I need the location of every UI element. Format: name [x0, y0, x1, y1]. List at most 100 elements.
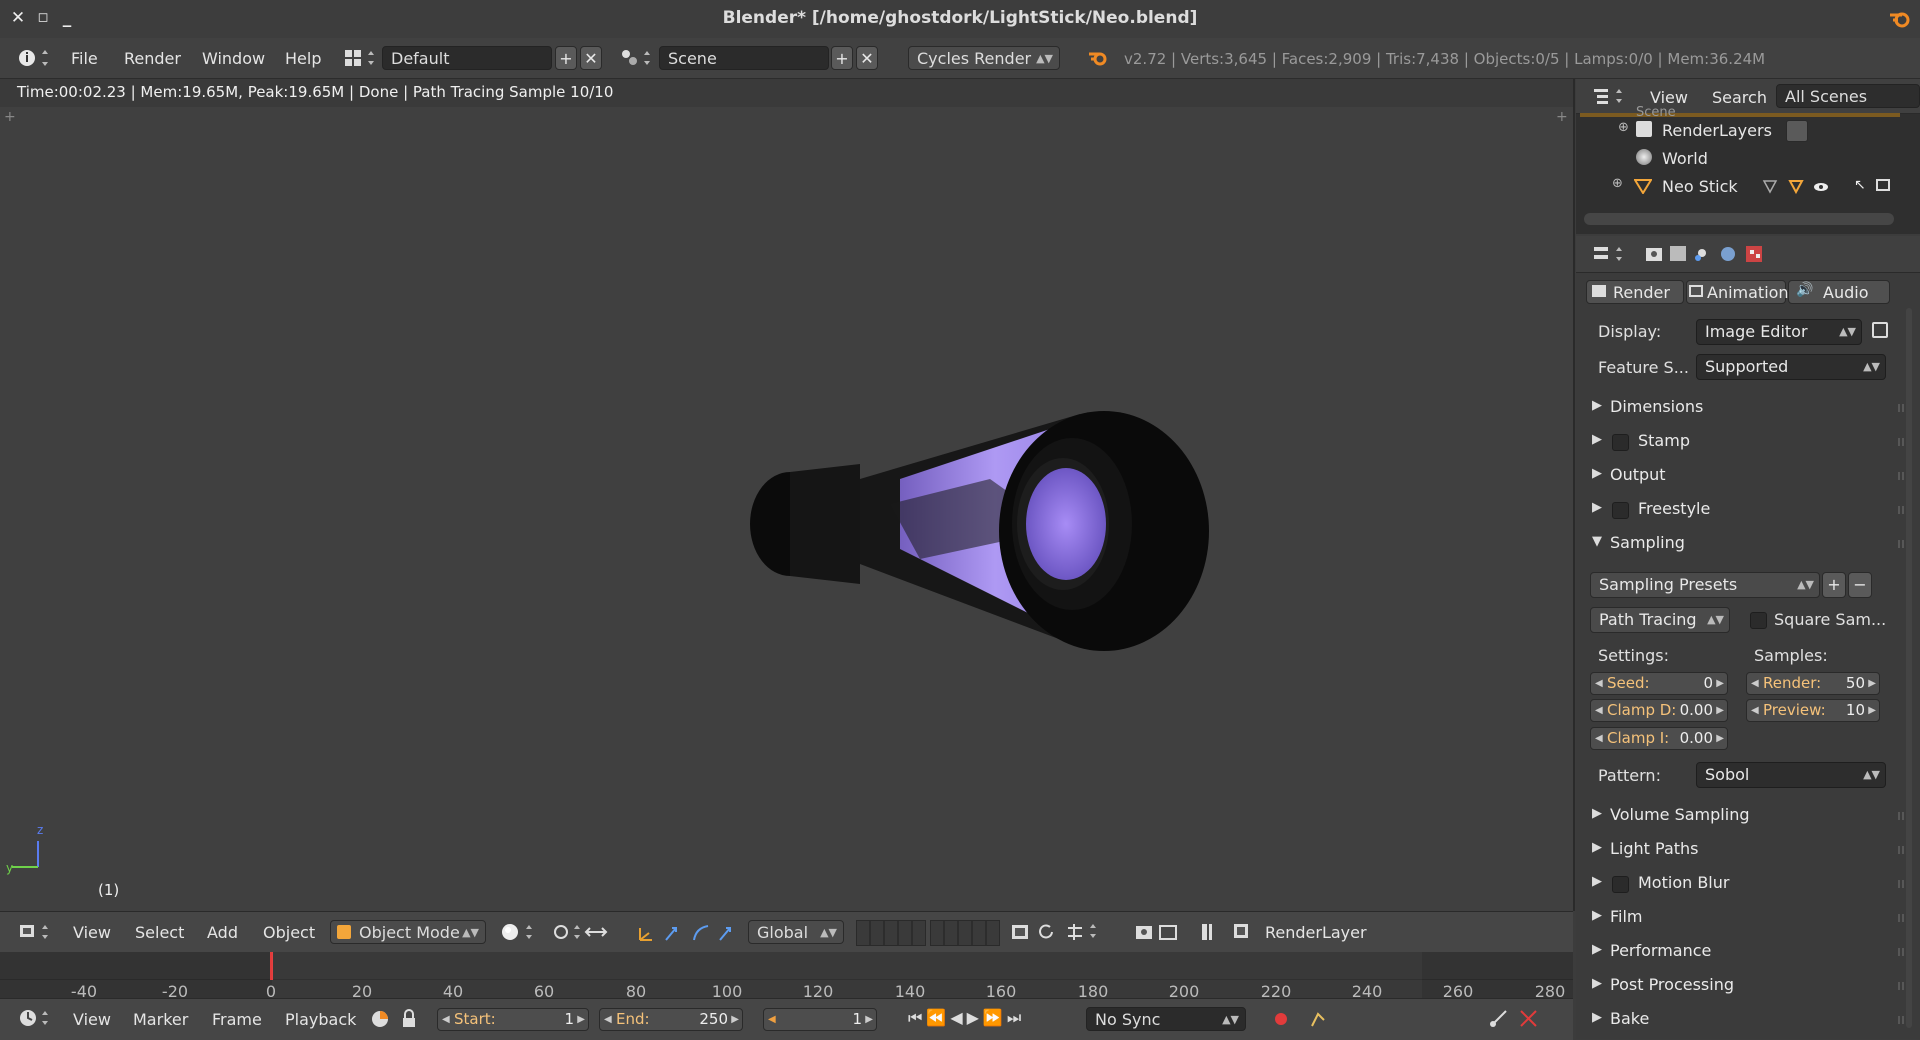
feature-set-dropdown[interactable]: Supported ▲▼	[1696, 354, 1886, 380]
outliner-item-world[interactable]: World	[1576, 147, 1920, 173]
expand-icon[interactable]: ⊕	[1618, 120, 1629, 135]
render-layer-toggle-icon[interactable]	[1786, 120, 1808, 142]
editor-type-properties-icon[interactable]	[1592, 243, 1628, 265]
render-engine-dropdown[interactable]: Cycles Render ▲▼	[908, 46, 1060, 70]
editor-type-3dview-icon[interactable]	[18, 921, 54, 943]
menu-object[interactable]: Object	[263, 923, 315, 942]
seed-field[interactable]: ◀ Seed: 0 ▶	[1590, 672, 1728, 695]
panel-volume-sampling[interactable]: ▶ Volume Sampling	[1592, 802, 1912, 830]
editor-type-outliner-icon[interactable]	[1592, 85, 1628, 107]
pause-render-icon[interactable]	[1198, 920, 1218, 944]
menu-timeline-view[interactable]: View	[73, 1010, 111, 1029]
menu-select[interactable]: Select	[135, 923, 184, 942]
preview-samples-field[interactable]: ◀ Preview: 10 ▶	[1746, 699, 1880, 722]
panel-bake[interactable]: ▶ Bake	[1592, 1006, 1912, 1034]
increment-arrow-icon[interactable]: ▶	[1716, 728, 1724, 749]
menu-add[interactable]: Add	[207, 923, 238, 942]
decrement-arrow-icon[interactable]: ◀	[1595, 700, 1603, 721]
pivot-and-manipulator-icons[interactable]	[552, 921, 612, 943]
expand-icon[interactable]: ⊕	[1612, 176, 1623, 191]
screen-layout-icon[interactable]	[344, 47, 380, 69]
scene-field[interactable]: Scene	[659, 46, 829, 70]
menu-view[interactable]: View	[73, 923, 111, 942]
keyingset-delete-icon[interactable]	[1518, 1008, 1540, 1030]
decrement-arrow-icon[interactable]: ◀	[442, 1009, 450, 1030]
lock-icon[interactable]	[400, 1008, 420, 1030]
scene-icon[interactable]	[620, 47, 656, 69]
current-frame-field[interactable]: ◀ 1 ▶	[763, 1008, 877, 1031]
menu-window[interactable]: Window	[202, 49, 265, 68]
keyframe-type-icon[interactable]	[1308, 1008, 1330, 1030]
start-frame-field[interactable]: ◀ Start: 1 ▶	[437, 1008, 589, 1031]
lock-interface-icon[interactable]	[1872, 322, 1888, 338]
panel-stamp[interactable]: ▶ Stamp	[1592, 428, 1912, 456]
increment-arrow-icon[interactable]: ▶	[1716, 700, 1724, 721]
sampling-presets-dropdown[interactable]: Sampling Presets ▲▼	[1590, 572, 1820, 598]
menu-marker[interactable]: Marker	[133, 1010, 188, 1029]
integrator-dropdown[interactable]: Path Tracing ▲▼	[1590, 607, 1730, 633]
panel-output[interactable]: ▶ Output	[1592, 462, 1912, 490]
outliner-menu-search[interactable]: Search	[1712, 88, 1767, 107]
panel-performance[interactable]: ▶ Performance	[1592, 938, 1912, 966]
layer-buttons-right[interactable]	[930, 920, 1000, 946]
panel-dimensions[interactable]: ▶ Dimensions	[1592, 394, 1912, 422]
increment-arrow-icon[interactable]: ▶	[1716, 673, 1724, 694]
timeline-area[interactable]: -40 -20 0 20 40 60 80 100 120 140 160 18…	[0, 952, 1573, 1001]
panel-film[interactable]: ▶ Film	[1592, 904, 1912, 932]
square-samples-checkbox[interactable]	[1750, 612, 1767, 629]
viewport-shading-icon[interactable]	[496, 921, 542, 943]
remove-layout-button[interactable]: ✕	[580, 46, 602, 70]
area-corner-icon[interactable]: +	[1556, 109, 1568, 125]
3d-viewport[interactable]: Time:00:02.23 | Mem:19.65M, Peak:19.65M …	[0, 79, 1575, 911]
decrement-arrow-icon[interactable]: ◀	[768, 1009, 776, 1030]
add-preset-button[interactable]: +	[1822, 572, 1846, 598]
decrement-arrow-icon[interactable]: ◀	[1751, 673, 1759, 694]
keying-set-icon[interactable]	[370, 1009, 392, 1029]
menu-render[interactable]: Render	[124, 49, 181, 68]
keyingset-insert-icon[interactable]	[1488, 1008, 1510, 1030]
sync-mode-dropdown[interactable]: No Sync ▲▼	[1086, 1007, 1246, 1031]
interaction-mode-dropdown[interactable]: Object Mode ▲▼	[330, 920, 486, 944]
menu-help[interactable]: Help	[285, 49, 321, 68]
decrement-arrow-icon[interactable]: ◀	[1751, 700, 1759, 721]
menu-frame[interactable]: Frame	[212, 1010, 262, 1029]
panel-post-processing[interactable]: ▶ Post Processing	[1592, 972, 1912, 1000]
increment-arrow-icon[interactable]: ▶	[865, 1009, 873, 1030]
menu-playback[interactable]: Playback	[285, 1010, 356, 1029]
editor-type-info-icon[interactable]	[16, 46, 52, 70]
snap-and-render-icons[interactable]	[1010, 920, 1210, 944]
remove-preset-button[interactable]: −	[1848, 572, 1872, 598]
outliner-item-renderlayers[interactable]: ⊕ RenderLayers	[1576, 119, 1920, 145]
properties-editor[interactable]: Render Animation Audio 🔊 Display: Image …	[1576, 236, 1920, 1039]
properties-scrollbar[interactable]	[1906, 308, 1912, 1028]
editor-type-timeline-icon[interactable]	[18, 1007, 54, 1029]
clamp-direct-field[interactable]: ◀ Clamp D: 0.00 ▶	[1590, 699, 1728, 722]
transform-orientation-dropdown[interactable]: Global ▲▼	[748, 920, 844, 944]
increment-arrow-icon[interactable]: ▶	[731, 1009, 739, 1030]
add-layout-button[interactable]: +	[555, 46, 577, 70]
stamp-checkbox[interactable]	[1612, 434, 1629, 451]
panel-sampling[interactable]: ▼ Sampling	[1592, 530, 1912, 558]
object-data-icons[interactable]	[1762, 178, 1842, 196]
freestyle-checkbox[interactable]	[1612, 502, 1629, 519]
pattern-dropdown[interactable]: Sobol ▲▼	[1696, 762, 1886, 788]
render-samples-field[interactable]: ◀ Render: 50 ▶	[1746, 672, 1880, 695]
menu-file[interactable]: File	[71, 49, 98, 68]
motion-blur-checkbox[interactable]	[1612, 876, 1629, 893]
outliner[interactable]: View Search All Scenes Scene ⊕ RenderLay…	[1576, 79, 1920, 234]
increment-arrow-icon[interactable]: ▶	[1868, 673, 1876, 694]
outliner-item-neo-stick[interactable]: ⊕ Neo Stick ↖	[1576, 175, 1920, 201]
panel-motion-blur[interactable]: ▶ Motion Blur	[1592, 870, 1912, 898]
add-scene-button[interactable]: +	[831, 46, 853, 70]
layer-buttons-left[interactable]	[856, 920, 926, 946]
increment-arrow-icon[interactable]: ▶	[1868, 700, 1876, 721]
select-toggle-icon[interactable]: ↖	[1854, 177, 1866, 193]
panel-freestyle[interactable]: ▶ Freestyle	[1592, 496, 1912, 524]
decrement-arrow-icon[interactable]: ◀	[1595, 728, 1603, 749]
increment-arrow-icon[interactable]: ▶	[577, 1009, 585, 1030]
decrement-arrow-icon[interactable]: ◀	[1595, 673, 1603, 694]
display-dropdown[interactable]: Image Editor ▲▼	[1696, 319, 1862, 345]
record-keyframe-icon[interactable]	[1270, 1008, 1292, 1030]
area-corner-icon[interactable]: +	[4, 109, 16, 125]
playback-controls[interactable]: ⏮⏪◀▶⏩⏭	[908, 1008, 1025, 1028]
